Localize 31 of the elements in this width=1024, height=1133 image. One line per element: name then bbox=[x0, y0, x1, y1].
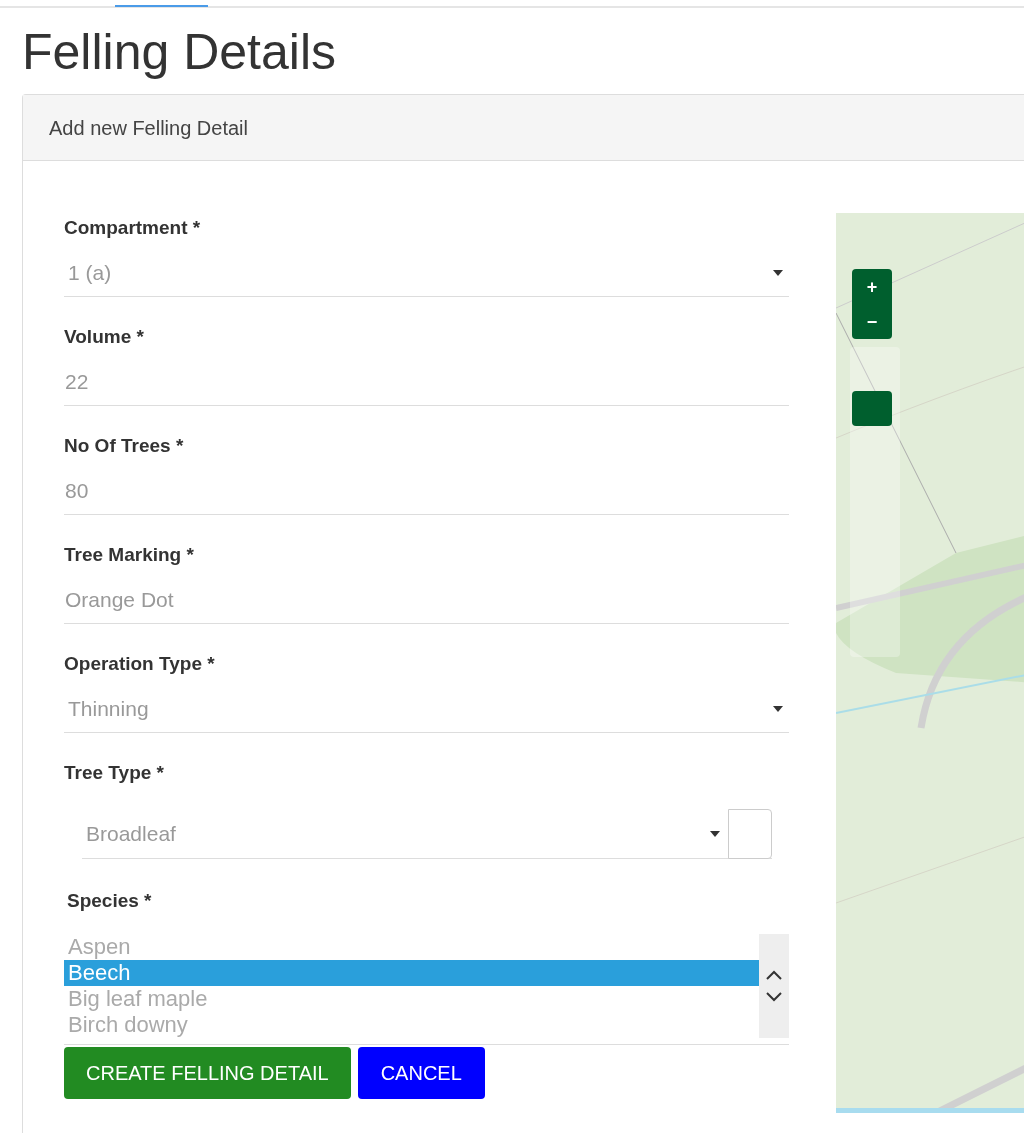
field-label: Tree Type * bbox=[64, 761, 164, 783]
input-field[interactable]: 22 bbox=[64, 359, 789, 406]
list-option[interactable]: Birch downy bbox=[64, 1011, 759, 1038]
list-option[interactable]: Aspen bbox=[64, 933, 759, 960]
select-field[interactable]: Thinning bbox=[64, 686, 789, 733]
page-title: Felling Details bbox=[22, 24, 337, 80]
chevron-down-icon[interactable] bbox=[765, 990, 783, 1003]
list-option[interactable]: Big leaf maple bbox=[64, 985, 759, 1012]
zoom-slider-handle[interactable] bbox=[852, 391, 892, 426]
caret-icon bbox=[773, 270, 783, 276]
cancel-button[interactable]: CANCEL bbox=[357, 1046, 485, 1099]
input-field[interactable]: Orange Dot bbox=[64, 577, 789, 624]
field-label: Operation Type * bbox=[64, 652, 215, 674]
species-list[interactable]: Aspen Beech Big leaf maple Birch downy bbox=[64, 933, 759, 1038]
create-button[interactable]: CREATE FELLING DETAIL bbox=[64, 1046, 351, 1099]
input-field[interactable]: 80 bbox=[64, 468, 789, 515]
zoom-in-button[interactable]: + bbox=[866, 277, 878, 296]
caret-icon bbox=[710, 830, 720, 837]
list-option[interactable]: Beech bbox=[64, 959, 759, 986]
field-label: Tree Marking * bbox=[64, 543, 194, 565]
field-label: Species * bbox=[67, 889, 152, 913]
field-label: Volume * bbox=[64, 325, 144, 347]
zoom-out-button[interactable]: − bbox=[866, 312, 878, 331]
chevron-up-icon[interactable] bbox=[765, 968, 783, 981]
field-label: Compartment * bbox=[64, 216, 201, 238]
select-field[interactable]: 1 (a) bbox=[64, 250, 789, 297]
panel-heading: Add new Felling Detail bbox=[49, 115, 248, 141]
select-field[interactable]: Broadleaf bbox=[82, 809, 772, 859]
field-label: No Of Trees * bbox=[64, 434, 184, 456]
caret-icon bbox=[773, 706, 783, 712]
scrollbar[interactable] bbox=[759, 933, 789, 1038]
